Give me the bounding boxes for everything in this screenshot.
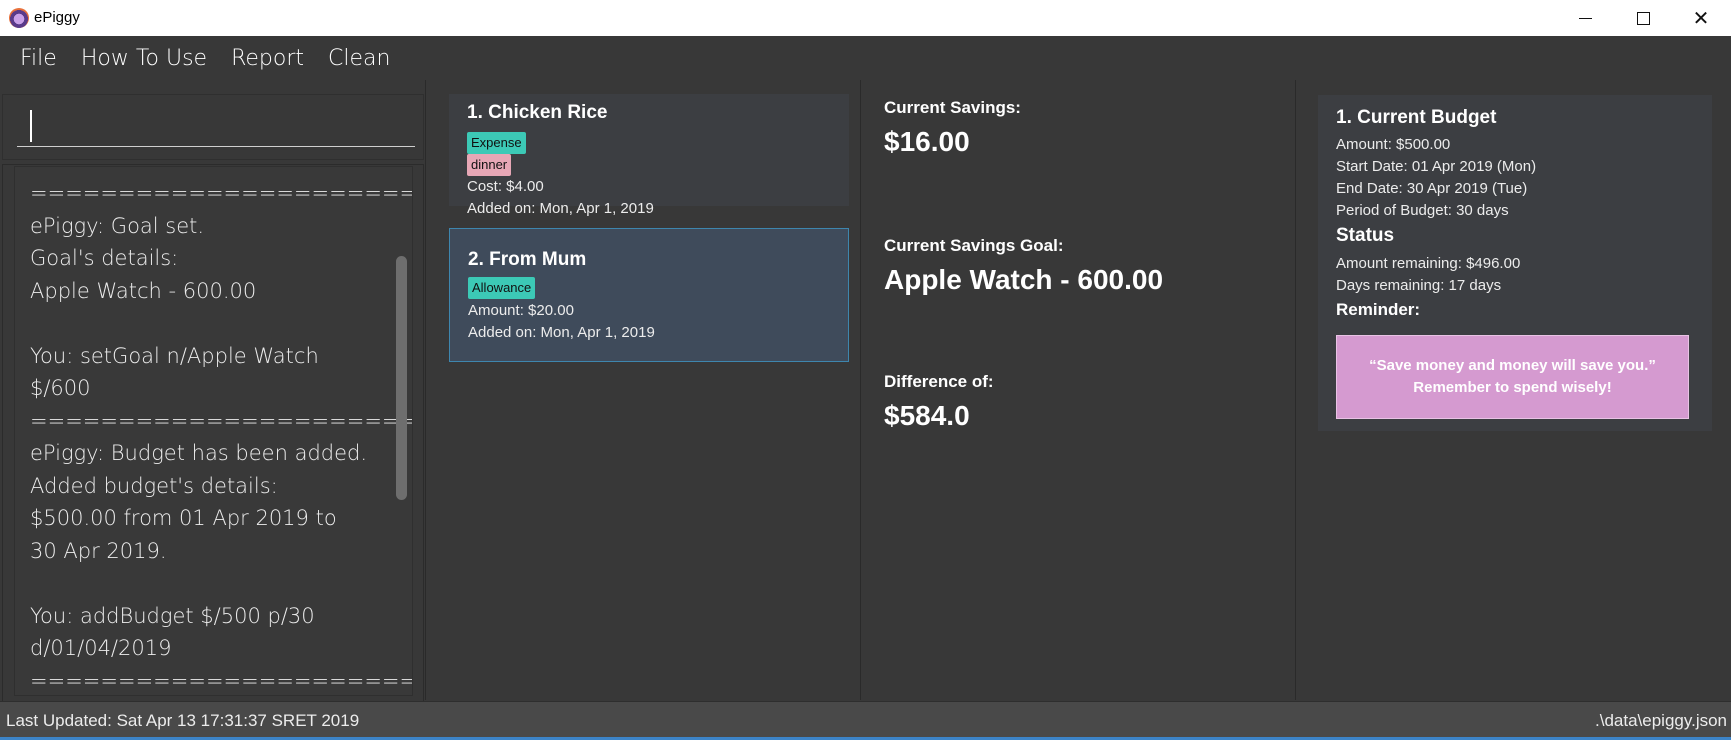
days-remaining: Days remaining: 17 days bbox=[1336, 277, 1502, 294]
budget-title: 1. Current Budget bbox=[1336, 107, 1497, 128]
savings-goal-value: Apple Watch - 600.00 bbox=[884, 264, 1164, 295]
budget-end-date: End Date: 30 Apr 2019 (Tue) bbox=[1336, 180, 1528, 197]
title-bar: ePiggy ✕ bbox=[0, 0, 1731, 36]
difference-label: Difference of: bbox=[884, 372, 994, 391]
tag-badge: Allowance bbox=[468, 277, 536, 299]
reminder-box: “Save money and money will save you.” Re… bbox=[1336, 335, 1689, 419]
text-caret bbox=[30, 110, 32, 142]
menu-clean[interactable]: Clean bbox=[316, 46, 402, 71]
budget-start-date: Start Date: 01 Apr 2019 (Mon) bbox=[1336, 158, 1537, 175]
entry-date: Added on: Mon, Apr 1, 2019 bbox=[468, 324, 655, 341]
tag-badge: dinner bbox=[467, 154, 512, 176]
maximize-button[interactable] bbox=[1614, 0, 1672, 36]
menu-bar: File How To Use Report Clean bbox=[0, 36, 1731, 80]
budget-card: 1. Current Budget Amount: $500.00 Start … bbox=[1318, 95, 1712, 431]
close-icon: ✕ bbox=[1692, 7, 1710, 30]
savings-panel: Current Savings: $16.00 Current Savings … bbox=[862, 80, 1296, 700]
command-panel: ======================= ePiggy: Goal set… bbox=[0, 80, 426, 702]
tag-badge: Expense bbox=[467, 132, 526, 154]
menu-file[interactable]: File bbox=[8, 46, 69, 71]
status-heading: Status bbox=[1336, 225, 1395, 246]
reminder-heading: Reminder: bbox=[1336, 300, 1421, 319]
entry-title: 1. Chicken Rice bbox=[467, 102, 608, 123]
entry-amount: Cost: $4.00 bbox=[467, 178, 544, 195]
result-display: ======================= ePiggy: Goal set… bbox=[14, 166, 413, 696]
entry-date: Added on: Mon, Apr 1, 2019 bbox=[467, 200, 654, 217]
budget-panel: 1. Current Budget Amount: $500.00 Start … bbox=[1297, 80, 1731, 700]
command-input[interactable] bbox=[17, 103, 415, 147]
entry-title: 2. From Mum bbox=[468, 249, 587, 270]
command-box bbox=[2, 94, 424, 160]
last-updated-text: Last Updated: Sat Apr 13 17:31:37 SRET 2… bbox=[6, 711, 360, 730]
save-file-path: .\data\epiggy.json bbox=[1595, 711, 1727, 730]
budget-period: Period of Budget: 30 days bbox=[1336, 202, 1509, 219]
difference-value: $584.0 bbox=[884, 400, 970, 431]
current-savings-label: Current Savings: bbox=[884, 98, 1021, 117]
status-bar: Last Updated: Sat Apr 13 17:31:37 SRET 2… bbox=[0, 701, 1731, 737]
maximize-icon bbox=[1636, 11, 1650, 25]
list-item[interactable]: 1. Chicken Rice Expense dinner Cost: $4.… bbox=[449, 94, 849, 217]
minimize-button[interactable] bbox=[1556, 0, 1614, 36]
amount-remaining: Amount remaining: $496.00 bbox=[1336, 255, 1521, 272]
current-savings-value: $16.00 bbox=[884, 126, 970, 157]
result-scrollbar[interactable] bbox=[396, 256, 407, 500]
piggy-bank-icon bbox=[9, 8, 29, 28]
reminder-advice: Remember to spend wisely! bbox=[1413, 379, 1612, 396]
reminder-quote: “Save money and money will save you.” bbox=[1369, 357, 1656, 374]
savings-goal-label: Current Savings Goal: bbox=[884, 236, 1064, 255]
list-item[interactable]: 2. From Mum Allowance Amount: $20.00 Add… bbox=[449, 228, 849, 362]
menu-how-to-use[interactable]: How To Use bbox=[69, 46, 219, 71]
menu-report[interactable]: Report bbox=[219, 46, 316, 71]
minimize-icon bbox=[1578, 17, 1592, 19]
budget-amount: Amount: $500.00 bbox=[1336, 136, 1451, 153]
result-text: ======================= ePiggy: Goal set… bbox=[30, 181, 413, 693]
close-button[interactable]: ✕ bbox=[1672, 0, 1730, 36]
entry-amount: Amount: $20.00 bbox=[468, 302, 574, 319]
entry-list-panel: 1. Chicken Rice Expense dinner Cost: $4.… bbox=[427, 80, 861, 700]
window-title: ePiggy bbox=[34, 9, 80, 26]
